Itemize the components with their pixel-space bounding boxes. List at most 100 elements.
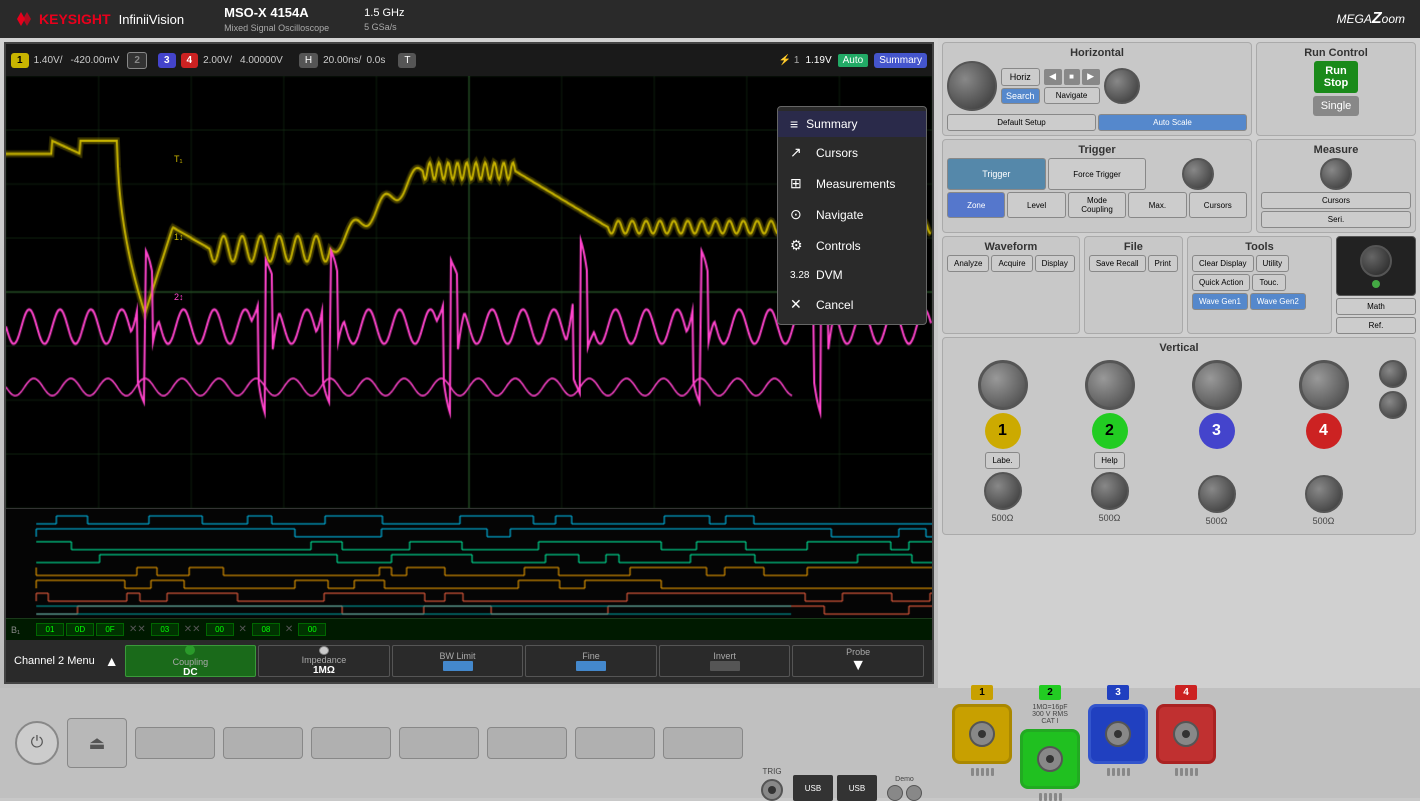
eject-btn[interactable]: ⏏	[67, 718, 127, 768]
probe-btn[interactable]: Probe ▼	[792, 645, 924, 677]
measurements-menu-item[interactable]: ⊞ Measurements	[778, 168, 926, 199]
ch3-scale-knob[interactable]	[1192, 360, 1242, 410]
ch3-button[interactable]: 3	[1199, 413, 1235, 449]
wave-gen1-btn[interactable]: Wave Gen1	[1192, 293, 1248, 310]
ch4-badge[interactable]: 4	[181, 53, 199, 68]
menu-up-arrow[interactable]: ▲	[101, 653, 123, 669]
ch4-bnc-connector	[1156, 704, 1216, 764]
ch1-pos-knob[interactable]	[984, 472, 1022, 510]
file-section: File Save Recall Print	[1084, 236, 1183, 334]
bw-limit-btn[interactable]: BW Limit	[392, 645, 524, 677]
wave-gen2-btn[interactable]: Wave Gen2	[1250, 293, 1306, 310]
mode-coupling-btn[interactable]: Mode Coupling	[1068, 192, 1126, 218]
bottom-btn-1[interactable]	[135, 727, 215, 759]
invert-btn[interactable]: Invert	[659, 645, 791, 677]
bottom-btn-2[interactable]	[223, 727, 303, 759]
measurements-icon: ⊞	[790, 175, 808, 192]
trig-cursors-btn[interactable]: Cursors	[1189, 192, 1247, 218]
ch2-pos-knob[interactable]	[1091, 472, 1129, 510]
summary-header-item[interactable]: ≡ Summary	[778, 111, 926, 137]
waveform-title: Waveform	[947, 241, 1075, 253]
power-button[interactable]: ⏻	[15, 721, 59, 765]
ref-btn[interactable]: Ref.	[1336, 317, 1416, 334]
ch1-label-btn[interactable]: Labe.	[985, 452, 1019, 469]
product-line: InfiniiVision	[119, 12, 185, 27]
bottom-btn-3[interactable]	[311, 727, 391, 759]
dvm-menu-item[interactable]: 3.28 DVM	[778, 261, 926, 289]
nav-right-btn[interactable]: ▶	[1082, 69, 1100, 85]
controls-menu-item[interactable]: ⚙ Controls	[778, 230, 926, 261]
measure-title: Measure	[1261, 144, 1411, 156]
bottom-btn-6[interactable]	[575, 727, 655, 759]
t-badge[interactable]: T	[398, 53, 416, 68]
controls-label: Controls	[816, 239, 861, 253]
ch1-scale-knob[interactable]	[978, 360, 1028, 410]
seri-btn[interactable]: Seri.	[1261, 211, 1411, 228]
force-trigger-btn[interactable]: Force Trigger	[1048, 158, 1147, 190]
analyze-btn[interactable]: Analyze	[947, 255, 989, 272]
cancel-menu-item[interactable]: ✕ Cancel	[778, 289, 926, 320]
zone-btn[interactable]: Zone	[947, 192, 1005, 218]
vert-nav-down-knob[interactable]	[1379, 391, 1407, 419]
trigger-voltage: ⚡ 1	[779, 55, 800, 66]
horiz-btn[interactable]: Horiz	[1001, 68, 1040, 86]
trigger-btn[interactable]: Trigger	[947, 158, 1046, 190]
ch3-pos-knob[interactable]	[1198, 475, 1236, 513]
ch2-badge[interactable]: 2	[127, 52, 147, 69]
horiz-position-knob[interactable]	[947, 61, 997, 111]
coupling-value: DC	[183, 667, 197, 678]
ch1-badge[interactable]: 1	[11, 53, 29, 68]
default-setup-btn[interactable]: Default Setup	[947, 114, 1096, 131]
navigate-menu-item[interactable]: ⊙ Navigate	[778, 199, 926, 230]
ch4-button[interactable]: 4	[1306, 413, 1342, 449]
touch-btn[interactable]: Touc.	[1252, 274, 1285, 291]
quick-action-btn[interactable]: Quick Action	[1192, 274, 1250, 291]
single-btn[interactable]: Single	[1313, 96, 1360, 116]
usb-port-1[interactable]: USB	[793, 775, 833, 801]
clear-display-btn[interactable]: Clear Display	[1192, 255, 1254, 272]
h-badge[interactable]: H	[299, 53, 318, 68]
acquire-btn[interactable]: Acquire	[991, 255, 1032, 272]
max-btn[interactable]: Max.	[1128, 192, 1186, 218]
trigger-level-knob[interactable]	[1182, 158, 1214, 190]
horiz-scale-knob[interactable]	[1104, 68, 1140, 104]
serial-data-cells: 01 0D 0F ✕✕ 03 ✕✕ 00 ✕ 08 ✕ 00	[36, 623, 927, 636]
cursor-btn[interactable]: Cursors	[1261, 192, 1411, 209]
invert-indicator	[710, 661, 740, 671]
ch2-button[interactable]: 2	[1092, 413, 1128, 449]
level-btn[interactable]: Level	[1007, 192, 1065, 218]
intensity-knob[interactable]	[1360, 245, 1392, 277]
ch4-pos-knob[interactable]	[1305, 475, 1343, 513]
bottom-btn-7[interactable]	[663, 727, 743, 759]
top-controls-row: Horizontal Horiz Search ◀ ■ ▶	[942, 42, 1416, 136]
ch2-connector-label: 2	[1039, 685, 1061, 700]
display-btn[interactable]: Display	[1035, 255, 1075, 272]
run-stop-btn[interactable]: RunStop	[1314, 61, 1358, 93]
cursors-menu-item[interactable]: ↗ Cursors	[778, 137, 926, 168]
fine-btn[interactable]: Fine	[525, 645, 657, 677]
math-btn[interactable]: Math	[1336, 298, 1416, 315]
bottom-btn-4[interactable]	[399, 727, 479, 759]
nav-stop-btn[interactable]: ■	[1064, 69, 1080, 85]
print-btn[interactable]: Print	[1148, 255, 1178, 272]
auto-scale-btn[interactable]: Auto Scale	[1098, 114, 1247, 131]
ch3-badge[interactable]: 3	[158, 53, 176, 68]
ch1-button[interactable]: 1	[985, 413, 1021, 449]
search-btn[interactable]: Search	[1001, 88, 1040, 104]
serial-cell: 03	[151, 623, 179, 636]
usb-port-2[interactable]: USB	[837, 775, 877, 801]
ch4-scale-knob[interactable]	[1299, 360, 1349, 410]
ch2-help-btn[interactable]: Help	[1094, 452, 1124, 469]
nav-left-btn[interactable]: ◀	[1044, 69, 1062, 85]
vert-nav-up-knob[interactable]	[1379, 360, 1407, 388]
ch1-connector-group: 1	[952, 685, 1012, 801]
bottom-btn-5[interactable]	[487, 727, 567, 759]
navigate-btn[interactable]: Navigate	[1044, 87, 1100, 104]
measure-knob[interactable]	[1320, 158, 1352, 190]
utility-btn[interactable]: Utility	[1256, 255, 1290, 272]
summary-menu-btn[interactable]: Summary	[874, 53, 927, 68]
save-recall-btn[interactable]: Save Recall	[1089, 255, 1146, 272]
impedance-btn[interactable]: Impedance 1MΩ	[258, 645, 390, 677]
ch2-scale-knob[interactable]	[1085, 360, 1135, 410]
coupling-btn[interactable]: Coupling DC	[125, 645, 257, 677]
